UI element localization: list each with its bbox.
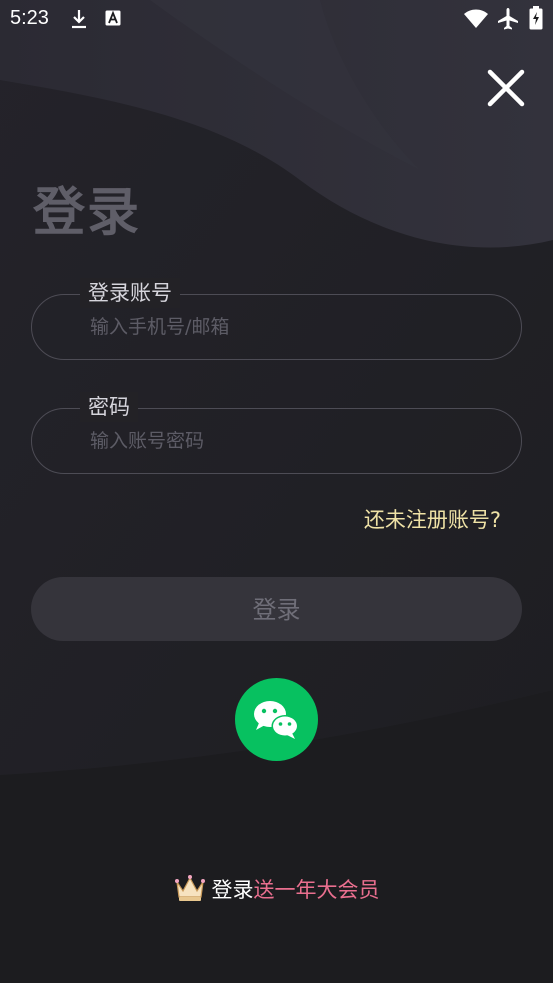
crown-icon xyxy=(174,875,205,901)
wechat-icon xyxy=(254,701,299,739)
login-button[interactable]: 登录 xyxy=(31,577,522,641)
password-field: 密码 xyxy=(31,392,522,474)
wifi-icon xyxy=(464,9,488,28)
account-field: 登录账号 xyxy=(31,278,522,360)
account-field-label: 登录账号 xyxy=(80,278,180,308)
promo-prefix: 登录 xyxy=(211,878,254,902)
battery-icon xyxy=(529,6,543,30)
password-input[interactable] xyxy=(88,419,492,463)
download-icon xyxy=(72,10,86,29)
promo-banner: 登录送一年大会员 xyxy=(0,873,553,904)
status-bar: 5:23 xyxy=(0,0,553,40)
password-field-label: 密码 xyxy=(80,392,138,422)
wechat-login-button[interactable] xyxy=(235,678,318,761)
promo-highlight: 送一年大会员 xyxy=(253,878,380,902)
status-time: 5:23 xyxy=(10,7,49,29)
a-icon xyxy=(105,10,121,26)
page-title: 登录 xyxy=(33,183,142,243)
account-input[interactable] xyxy=(88,305,492,349)
airplane-icon xyxy=(498,8,518,30)
background-wave xyxy=(0,0,553,983)
register-link[interactable]: 还未注册账号? xyxy=(364,504,501,534)
close-icon[interactable] xyxy=(484,66,528,110)
